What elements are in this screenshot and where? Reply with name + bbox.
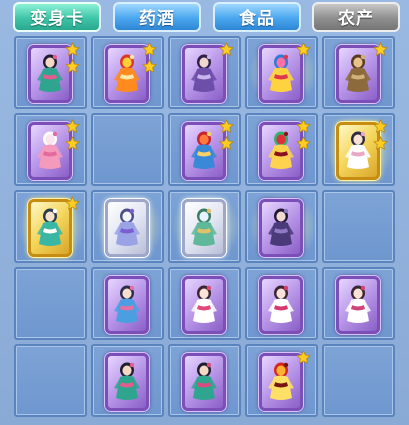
inventory-slot[interactable] (245, 190, 318, 263)
inventory-slot[interactable] (322, 36, 395, 109)
pink-dancer-figure-icon (191, 285, 217, 323)
star-icon (219, 136, 234, 150)
star-rating (219, 42, 235, 59)
star-icon (373, 136, 388, 150)
star-icon (65, 119, 80, 133)
star-icon (65, 196, 80, 210)
star-icon (65, 59, 80, 73)
star-rating (65, 196, 81, 213)
shadow-maiden-figure-icon (268, 208, 294, 246)
pink-dancer-2-figure-icon (268, 285, 294, 323)
star-icon (219, 119, 234, 133)
inventory-slot[interactable] (245, 36, 318, 109)
star-rating (296, 42, 312, 59)
tab-food[interactable]: 食品 (213, 2, 301, 32)
pink-dancer-3-figure-icon (345, 285, 371, 323)
transform-card-azure-dragon[interactable] (182, 199, 226, 257)
red-beast-figure-icon (191, 131, 217, 169)
inventory-slot[interactable] (245, 344, 318, 417)
tab-bar: 变身卡 药酒 食品 农产 (0, 0, 409, 36)
empty-inventory-slot[interactable] (322, 344, 395, 417)
fire-spirit-figure-icon (268, 362, 294, 400)
star-icon (296, 42, 311, 56)
jade-fairy-figure-icon (37, 208, 63, 246)
star-rating (65, 42, 81, 76)
inventory-slot[interactable] (91, 190, 164, 263)
star-icon (142, 42, 157, 56)
transform-card-pink-dancer-3[interactable] (336, 276, 380, 334)
azure-dragon-figure-icon (191, 208, 217, 246)
empty-inventory-slot[interactable] (14, 344, 87, 417)
dark-maiden-figure-icon (191, 54, 217, 92)
inventory-slot[interactable] (168, 344, 241, 417)
star-rating (373, 42, 389, 59)
star-rating (296, 119, 312, 153)
inventory-slot[interactable] (91, 344, 164, 417)
star-icon (65, 42, 80, 56)
star-icon (219, 42, 234, 56)
inventory-slot[interactable] (14, 190, 87, 263)
inventory-slot[interactable] (168, 36, 241, 109)
star-icon (373, 119, 388, 133)
warrior-girl-2-figure-icon (114, 362, 140, 400)
white-tiger-figure-icon (114, 208, 140, 246)
star-rating (373, 119, 389, 153)
inventory-slot[interactable] (245, 267, 318, 340)
inventory-slot[interactable] (168, 267, 241, 340)
star-icon (296, 350, 311, 364)
transform-card-pink-dancer-2[interactable] (259, 276, 303, 334)
armored-general-figure-icon (345, 54, 371, 92)
warrior-girl-3-figure-icon (191, 362, 217, 400)
star-icon (373, 42, 388, 56)
inventory-slot[interactable] (168, 190, 241, 263)
tab-farm-produce[interactable]: 农产 (312, 2, 400, 32)
rabbit-maiden-figure-icon (37, 131, 63, 169)
inventory-slot[interactable] (14, 36, 87, 109)
lion-dance-figure-icon (114, 54, 140, 92)
inventory-slot[interactable] (91, 36, 164, 109)
transform-card-blue-fairy[interactable] (105, 276, 149, 334)
star-rating (296, 350, 312, 367)
star-rating (142, 42, 158, 76)
transform-card-pink-dancer[interactable] (182, 276, 226, 334)
star-rating (65, 119, 81, 153)
inventory-slot[interactable] (14, 113, 87, 186)
inventory-grid (14, 36, 403, 425)
star-icon (142, 59, 157, 73)
star-icon (296, 136, 311, 150)
transform-card-shadow-maiden[interactable] (259, 199, 303, 257)
tab-medicine-wine[interactable]: 药酒 (113, 2, 201, 32)
empty-inventory-slot[interactable] (322, 190, 395, 263)
fairy-figure-icon (345, 131, 371, 169)
red-dragon-figure-icon (268, 131, 294, 169)
transform-card-white-tiger[interactable] (105, 199, 149, 257)
phoenix-figure-icon (268, 54, 294, 92)
inventory-panel: 变身卡 药酒 食品 农产 (0, 0, 409, 425)
inventory-slot[interactable] (168, 113, 241, 186)
inventory-slot[interactable] (91, 267, 164, 340)
star-icon (296, 119, 311, 133)
inventory-slot[interactable] (322, 267, 395, 340)
empty-inventory-slot[interactable] (14, 267, 87, 340)
transform-card-warrior-girl-3[interactable] (182, 353, 226, 411)
inventory-slot[interactable] (322, 113, 395, 186)
warrior-girl-figure-icon (37, 54, 63, 92)
star-rating (219, 119, 235, 153)
blue-fairy-figure-icon (114, 285, 140, 323)
tab-transform-card[interactable]: 变身卡 (13, 2, 101, 32)
star-icon (65, 136, 80, 150)
inventory-slot[interactable] (245, 113, 318, 186)
empty-inventory-slot[interactable] (91, 113, 164, 186)
transform-card-warrior-girl-2[interactable] (105, 353, 149, 411)
